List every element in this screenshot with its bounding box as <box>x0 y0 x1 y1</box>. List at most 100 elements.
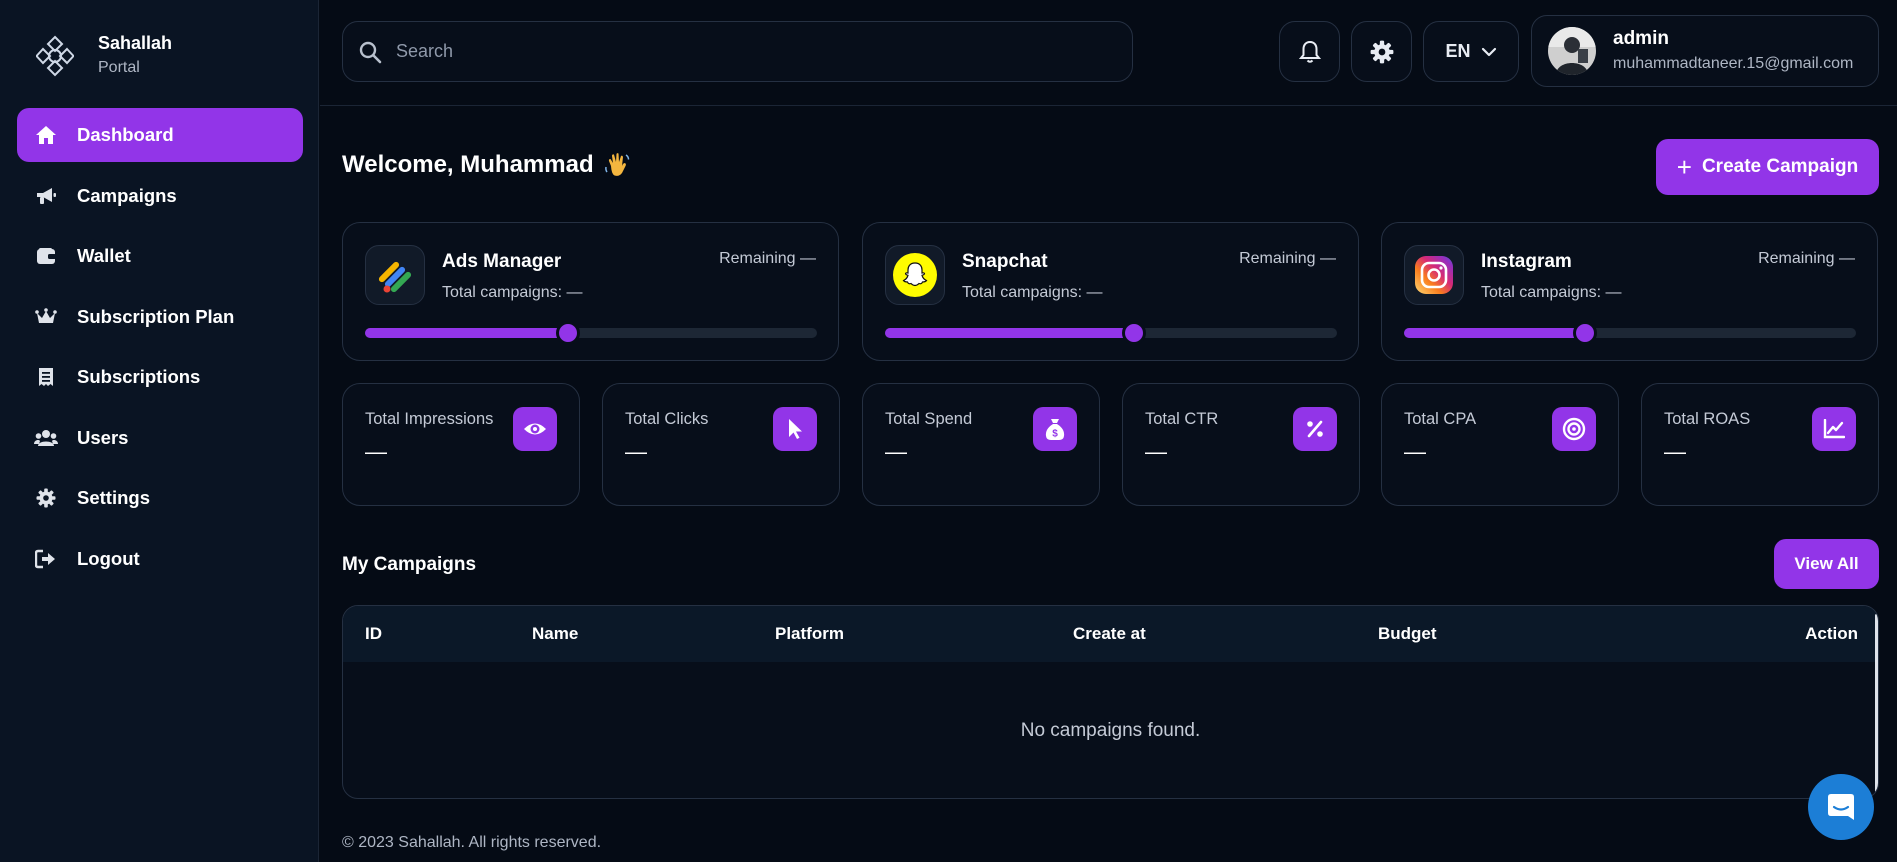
column-header-name[interactable]: Name <box>532 624 578 644</box>
progress-fill <box>885 328 1134 338</box>
svg-text:$: $ <box>1052 429 1058 440</box>
progress-knob[interactable] <box>1121 321 1146 345</box>
stat-label: Total Clicks <box>625 410 709 428</box>
stat-value: — <box>1664 439 1686 464</box>
user-menu[interactable]: admin muhammadtaneer.15@gmail.com <box>1531 15 1879 87</box>
column-header-budget[interactable]: Budget <box>1378 624 1437 644</box>
platform-total-campaigns: Total campaigns: — <box>442 284 583 301</box>
progress-fill <box>1404 328 1585 338</box>
brand[interactable]: Sahallah Portal <box>36 32 172 79</box>
table-header: ID Name Platform Create at Budget Action <box>343 606 1878 662</box>
column-header-platform[interactable]: Platform <box>775 624 844 644</box>
sidebar-item-label: Subscriptions <box>77 366 201 387</box>
crown-icon <box>34 305 58 329</box>
platform-card-instagram[interactable]: Instagram Total campaigns: — Remaining — <box>1381 222 1878 361</box>
sidebar-item-campaigns[interactable]: Campaigns <box>17 169 303 223</box>
stat-card-spend: Total Spend — $ <box>862 383 1100 506</box>
create-campaign-button[interactable]: + Create Campaign <box>1656 139 1879 195</box>
sidebar-item-label: Users <box>77 426 129 448</box>
welcome-heading: Welcome, Muhammad <box>342 151 630 179</box>
sidebar-item-label: Dashboard <box>77 124 174 145</box>
percent-icon <box>1293 407 1337 451</box>
column-header-id[interactable]: ID <box>365 624 382 644</box>
sidebar-item-label: Subscription Plan <box>77 305 235 327</box>
search-bar[interactable] <box>342 21 1133 82</box>
language-value: EN <box>1445 41 1471 61</box>
stat-label: Total CPA <box>1404 410 1477 428</box>
receipt-icon <box>34 365 58 389</box>
plus-icon: + <box>1676 152 1692 182</box>
stat-value: — <box>625 439 647 464</box>
chart-line-icon <box>1812 407 1856 451</box>
avatar <box>1548 27 1596 75</box>
header-divider <box>320 105 1897 106</box>
gear-icon <box>1370 40 1394 64</box>
platform-remaining: Remaining — <box>1758 250 1855 267</box>
cursor-icon <box>773 407 817 451</box>
chat-support-button[interactable] <box>1808 774 1874 840</box>
waving-hand-icon <box>604 152 630 178</box>
progress-knob[interactable] <box>556 321 581 345</box>
stat-label: Total Impressions <box>365 410 494 428</box>
sidebar-item-wallet[interactable]: Wallet <box>17 229 303 283</box>
sidebar-item-settings[interactable]: Settings <box>17 471 303 525</box>
platform-progress-bar <box>1404 321 1856 345</box>
ads-manager-icon <box>365 245 425 305</box>
progress-fill <box>365 328 569 338</box>
chevron-down-icon <box>1481 47 1497 57</box>
platform-remaining: Remaining — <box>719 250 816 267</box>
search-input[interactable] <box>396 41 1096 62</box>
sidebar-item-label: Campaigns <box>77 184 177 206</box>
progress-knob[interactable] <box>1572 321 1597 345</box>
platform-name: Ads Manager <box>442 251 562 272</box>
eye-icon <box>513 407 557 451</box>
stat-value: — <box>1145 439 1167 464</box>
brand-name: Sahallah <box>98 33 173 53</box>
campaigns-table: ID Name Platform Create at Budget Action… <box>342 605 1879 799</box>
user-email: muhammadtaneer.15@gmail.com <box>1613 54 1854 72</box>
home-icon <box>34 123 58 147</box>
money-bag-icon: $ <box>1033 407 1077 451</box>
sidebar-item-label: Wallet <box>77 245 131 266</box>
bell-icon <box>1298 40 1321 64</box>
platform-remaining: Remaining — <box>1239 250 1336 267</box>
platform-card-ads-manager[interactable]: Ads Manager Total campaigns: — Remaining… <box>342 222 839 361</box>
logo-icon <box>36 35 74 77</box>
platform-card-snapchat[interactable]: Snapchat Total campaigns: — Remaining — <box>862 222 1359 361</box>
stat-value: — <box>885 439 907 464</box>
brand-subtitle: Portal <box>98 59 140 76</box>
sidebar-nav: Dashboard Campaigns Wallet Subscription … <box>17 108 303 592</box>
stat-label: Total CTR <box>1145 410 1219 428</box>
my-campaigns-title: My Campaigns <box>342 554 477 575</box>
language-select[interactable]: EN <box>1423 21 1519 82</box>
sidebar-item-logout[interactable]: Logout <box>17 532 303 586</box>
column-header-created-at[interactable]: Create at <box>1073 624 1146 644</box>
column-header-action: Action <box>1805 624 1858 643</box>
welcome-text: Welcome, Muhammad <box>342 151 594 178</box>
sidebar-item-subscriptions[interactable]: Subscriptions <box>17 350 303 404</box>
table-scrollbar[interactable] <box>1875 614 1878 792</box>
stat-label: Total Spend <box>885 410 973 428</box>
sidebar-item-dashboard[interactable]: Dashboard <box>17 108 303 162</box>
empty-state-message: No campaigns found. <box>1020 720 1201 741</box>
platform-total-campaigns: Total campaigns: — <box>962 284 1103 301</box>
users-icon <box>34 426 58 450</box>
stat-card-impressions: Total Impressions — <box>342 383 580 506</box>
sidebar-item-subscription-plan[interactable]: Subscription Plan <box>17 290 303 344</box>
platform-progress-bar <box>365 321 817 345</box>
platform-progress-bar <box>885 321 1337 345</box>
stat-value: — <box>365 439 387 464</box>
snapchat-icon <box>885 245 945 305</box>
sidebar-item-label: Settings <box>77 487 150 508</box>
gear-icon <box>34 486 58 510</box>
chat-icon <box>1825 791 1857 823</box>
create-campaign-label: Create Campaign <box>1701 156 1859 177</box>
instagram-icon <box>1404 245 1464 305</box>
stat-card-clicks: Total Clicks — <box>602 383 840 506</box>
search-icon <box>358 40 382 64</box>
megaphone-icon <box>34 184 58 208</box>
view-all-button[interactable]: View All <box>1774 539 1879 589</box>
notifications-button[interactable] <box>1279 21 1340 82</box>
sidebar-item-users[interactable]: Users <box>17 411 303 465</box>
settings-button[interactable] <box>1351 21 1412 82</box>
